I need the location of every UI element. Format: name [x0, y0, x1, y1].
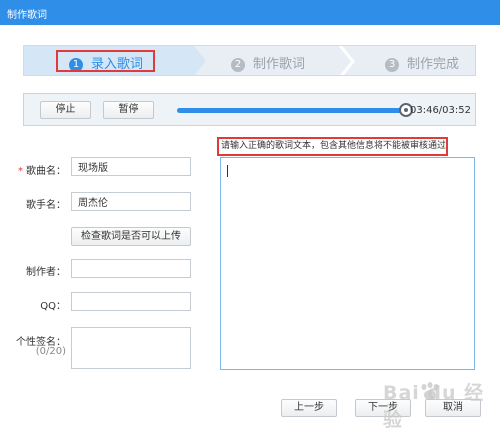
step-3: 3 制作完成: [385, 53, 459, 72]
song-name-label: * 歌曲名：: [18, 166, 66, 177]
maker-label: 制作者：: [26, 267, 66, 278]
pause-button[interactable]: 暂停: [103, 101, 154, 119]
signature-input[interactable]: [71, 327, 191, 369]
step-2-number: 2: [231, 58, 245, 72]
step-2: 2 制作歌词: [231, 53, 305, 72]
title-bar: 制作歌词: [0, 0, 500, 25]
signature-counter: (0/20): [35, 346, 66, 357]
text-cursor: [227, 165, 228, 177]
lyrics-textarea[interactable]: [220, 157, 475, 370]
audio-player: 停止 暂停 03:46/03:52: [23, 93, 476, 126]
lyrics-notice: 请输入正确的歌词文本，包含其他信息将不能被审核通过！: [217, 137, 448, 156]
step-2-label: 制作歌词: [253, 57, 306, 72]
window-title: 制作歌词: [7, 10, 47, 21]
singer-input[interactable]: [71, 192, 191, 211]
maker-input[interactable]: [71, 259, 191, 278]
song-name-input[interactable]: [71, 157, 191, 176]
time-display: 03:46/03:52: [409, 105, 471, 116]
paw-logo-icon: [421, 382, 439, 400]
qq-input[interactable]: [71, 292, 191, 311]
step-3-label: 制作完成: [407, 57, 460, 72]
check-lyrics-button[interactable]: 检查歌词是否可以上传: [71, 227, 191, 246]
singer-label: 歌手名：: [26, 200, 66, 211]
progress-track[interactable]: [177, 108, 410, 113]
step-3-number: 3: [385, 58, 399, 72]
step-highlight-box: [56, 50, 155, 72]
previous-step-button[interactable]: 上一步: [281, 399, 337, 417]
qq-label: QQ：: [40, 301, 66, 312]
required-mark: *: [18, 166, 23, 177]
progress-fill: [177, 108, 407, 113]
chevron-right-icon: [338, 46, 355, 75]
stop-button[interactable]: 停止: [40, 101, 91, 119]
